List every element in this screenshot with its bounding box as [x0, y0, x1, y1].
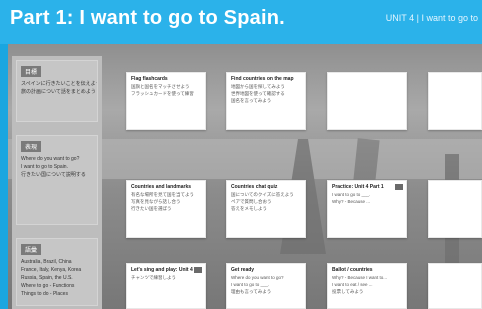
activity-card[interactable]: Practice: Unit 4 Part 1 I want to go to …	[327, 180, 407, 238]
card-title: Ballot / countries	[332, 267, 373, 273]
card-line: 世界地図を使って確認する	[231, 91, 285, 96]
card-title: Countries chat quiz	[231, 184, 278, 190]
activity-card[interactable]: Find countries on the map 地図から国を探してみよう 世…	[226, 72, 306, 130]
thumbnail-icon	[395, 184, 403, 190]
section-line: Things to do - Places	[21, 291, 68, 297]
sidebar-section-vocabulary: 語彙 Australia, Brazil, China France, Ital…	[16, 238, 98, 306]
card-line: 地図から国を探してみよう	[231, 84, 285, 89]
activity-card[interactable]: Get ready Where do you want to go? I wan…	[226, 263, 306, 309]
card-line: 写真を見ながら話し合う	[131, 199, 181, 204]
activity-card[interactable]: Flag flashcards 国旗と国名をマッチさせよう フラッシュカードを使…	[126, 72, 206, 130]
activity-card-empty[interactable]	[327, 72, 407, 130]
section-tag: 表現	[21, 141, 42, 152]
card-line: 国名を言ってみよう	[231, 98, 272, 103]
activity-card-empty[interactable]	[428, 263, 482, 309]
sidebar-section-goal: 目標 スペインに行きたいことを伝えよう 旅の計画について話をまとめよう	[16, 60, 98, 122]
section-line: 旅の計画について話をまとめよう	[21, 89, 96, 95]
activity-card-empty[interactable]	[428, 72, 482, 130]
card-line: ペアで質問し合おう	[231, 199, 272, 204]
header-bar: Part 1: I want to go to Spain. UNIT 4 | …	[0, 0, 482, 44]
section-line: Where to go - Functions	[21, 283, 75, 289]
card-line: I want to eat / see ...	[332, 282, 373, 287]
section-line: I want to go to Spain.	[21, 164, 68, 170]
activity-card-empty[interactable]	[428, 180, 482, 238]
card-line: 答えをメモしよう	[231, 206, 267, 211]
card-title: Practice: Unit 4 Part 1	[332, 184, 384, 190]
card-line: 国についてのクイズに答えよう	[231, 192, 294, 197]
thumbnail-icon	[194, 267, 202, 273]
card-line: 理由も言ってみよう	[231, 289, 272, 294]
activity-card[interactable]: Countries chat quiz 国についてのクイズに答えよう ペアで質問…	[226, 180, 306, 238]
section-line: France, Italy, Kenya, Korea	[21, 267, 82, 273]
card-line: 投票してみよう	[332, 289, 364, 294]
card-title: Flag flashcards	[131, 76, 168, 82]
section-tag: 目標	[21, 66, 42, 77]
activity-card[interactable]: Ballot / countries Why? - Because I want…	[327, 263, 407, 309]
card-line: I want to go to ___.	[231, 282, 270, 287]
sidebar-section-expressions: 表現 Where do you want to go? I want to go…	[16, 135, 98, 225]
card-line: チャンツで練習しよう	[131, 275, 176, 280]
activity-card[interactable]: Let's sing and play: Unit 4 Part 1 チャンツで…	[126, 263, 206, 309]
card-line: Where do you want to go?	[231, 275, 284, 280]
unit-breadcrumb[interactable]: UNIT 4 | I want to go to	[386, 13, 478, 23]
card-title: Get ready	[231, 267, 255, 273]
section-line: Russia, Spain, the U.S.	[21, 275, 73, 281]
card-title: Countries and landmarks	[131, 184, 192, 190]
section-line: Australia, Brazil, China	[21, 259, 72, 265]
card-title: Find countries on the map	[231, 76, 294, 82]
card-line: 国旗と国名をマッチさせよう	[131, 84, 190, 89]
card-title: Let's sing and play: Unit 4 Part 1	[131, 267, 201, 273]
card-line: フラッシュカードを使って練習	[131, 91, 194, 96]
card-line: 行きたい国を選ぼう	[131, 206, 172, 211]
section-tag: 語彙	[21, 244, 42, 255]
card-line: Why? - Because ...	[332, 199, 371, 204]
activity-card[interactable]: Countries and landmarks 有名な場所を見て国を当てよう 写…	[126, 180, 206, 238]
section-line: スペインに行きたいことを伝えよう	[21, 81, 97, 87]
section-line: Where do you want to go?	[21, 156, 80, 162]
card-line: 有名な場所を見て国を当てよう	[131, 192, 194, 197]
section-line: 行きたい国について説明する	[21, 172, 86, 178]
card-line: Why? - Because I want to...	[332, 275, 388, 280]
card-line: I want to go to ___.	[332, 192, 371, 197]
page-title: Part 1: I want to go to Spain.	[10, 7, 285, 29]
